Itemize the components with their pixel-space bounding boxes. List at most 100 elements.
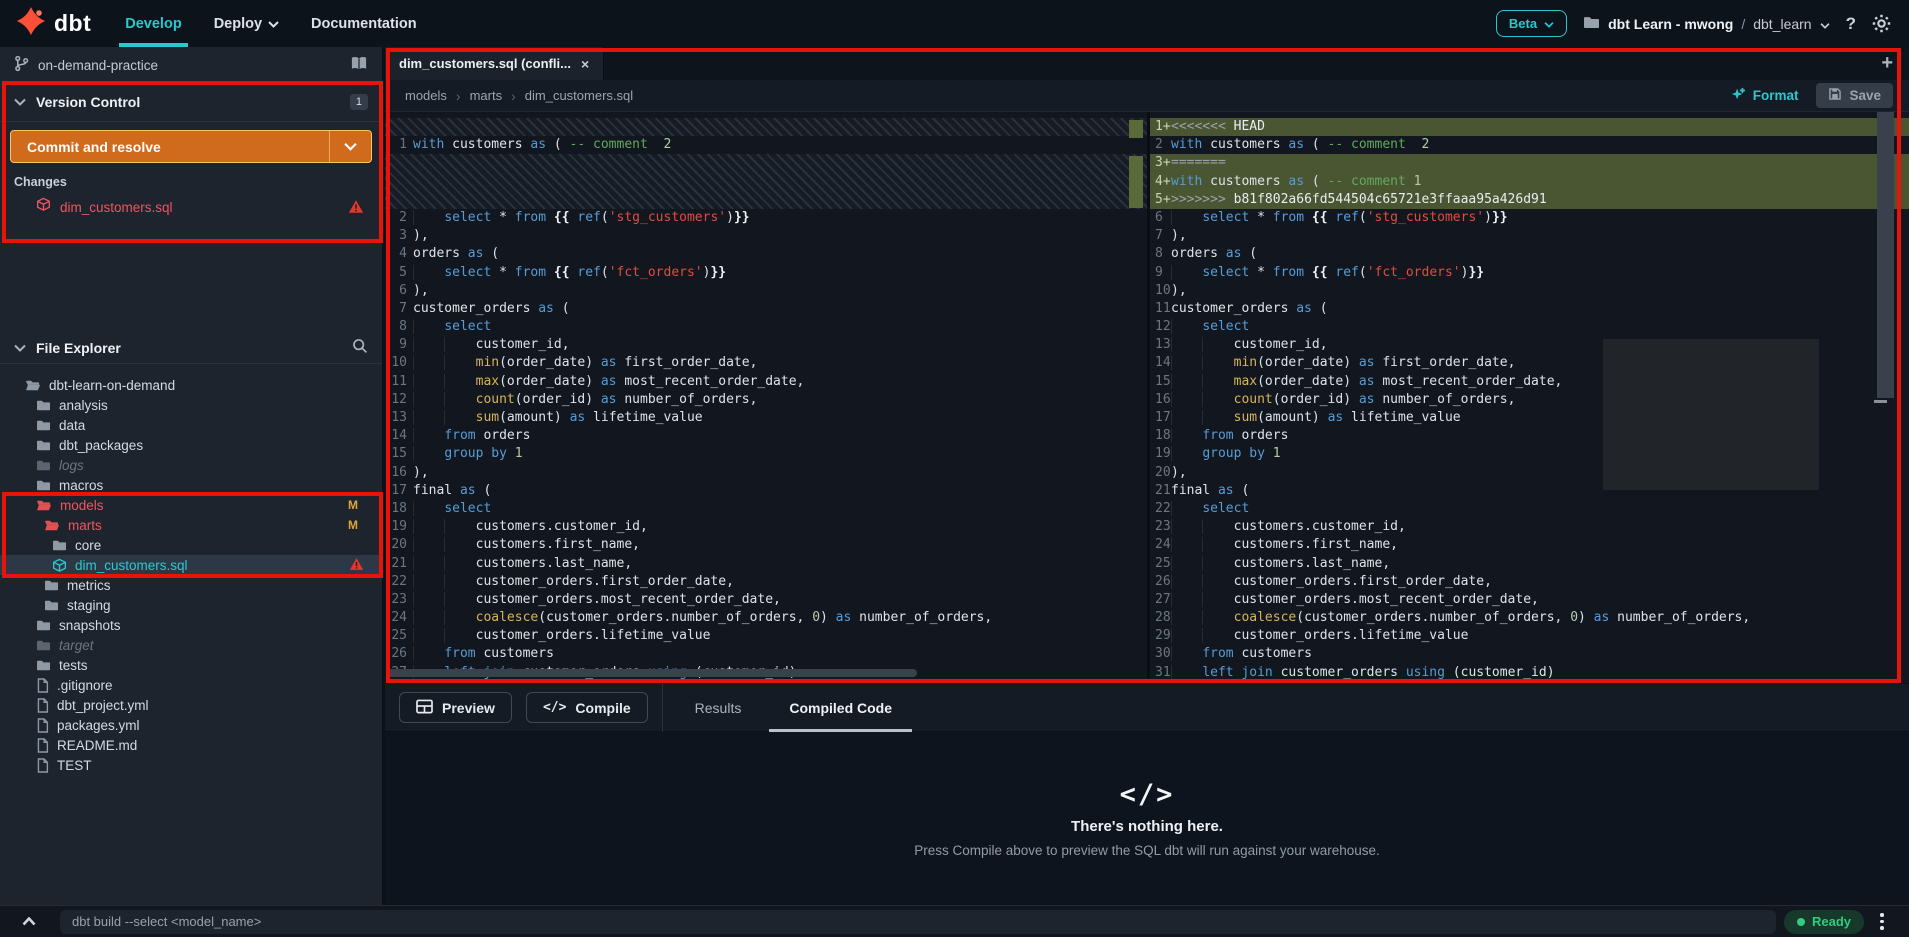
- code-line[interactable]: 10 min(order_date) as first_order_date,: [385, 354, 1147, 372]
- menu-deploy[interactable]: Deploy: [198, 0, 295, 47]
- code-line[interactable]: 4 orders as (: [385, 245, 1147, 263]
- code-line[interactable]: 21 customers.last_name,: [385, 555, 1147, 573]
- code-line[interactable]: 11 max(order_date) as most_recent_order_…: [385, 373, 1147, 391]
- code-line[interactable]: 24 customers.first_name,: [1150, 536, 1909, 554]
- breadcrumb-marts[interactable]: marts: [470, 88, 503, 103]
- code-line[interactable]: 3),: [385, 227, 1147, 245]
- code-line[interactable]: 11 customer_orders as (: [1150, 300, 1909, 318]
- code-line[interactable]: 25 customers.last_name,: [1150, 555, 1909, 573]
- tree-item-test[interactable]: TEST: [0, 755, 382, 775]
- commit-and-resolve-button[interactable]: Commit and resolve: [10, 130, 372, 163]
- tree-item-macros[interactable]: macros: [0, 475, 382, 495]
- tab-dim-customers[interactable]: dim_customers.sql (confli... ×: [385, 47, 605, 80]
- tab-close-icon[interactable]: ×: [581, 56, 589, 72]
- code-line[interactable]: 5+ >>>>>>> b81f802a66fd544504c65721e3ffaa…: [1150, 190, 1909, 209]
- format-button[interactable]: Format: [1730, 86, 1798, 105]
- code-line[interactable]: 1 with customers as ( -- comment 2: [385, 136, 1147, 154]
- code-line[interactable]: 6),: [385, 282, 1147, 300]
- code-line[interactable]: 9 select * from {{ ref('fct_orders')}}: [1150, 264, 1909, 282]
- code-line[interactable]: 8 orders as (: [1150, 245, 1909, 263]
- tree-item-logs[interactable]: logs: [0, 455, 382, 475]
- command-input[interactable]: [60, 909, 1776, 934]
- tree-item-snapshots[interactable]: snapshots: [0, 615, 382, 635]
- code-line[interactable]: 24 coalesce(customer_orders.number_of_or…: [385, 609, 1147, 627]
- vertical-scrollbar[interactable]: [1877, 112, 1894, 398]
- code-line[interactable]: 1+ <<<<<<< HEAD: [1150, 118, 1909, 137]
- account-context[interactable]: dbt Learn - mwong / dbt_learn: [1583, 15, 1830, 33]
- changed-file-row[interactable]: dim_customers.sql: [0, 196, 382, 218]
- code-line[interactable]: 23 customer_orders.most_recent_order_dat…: [385, 591, 1147, 609]
- code-line[interactable]: 15 group by 1: [385, 445, 1147, 463]
- code-line[interactable]: 8 select: [385, 318, 1147, 336]
- tree-item-metrics[interactable]: metrics: [0, 575, 382, 595]
- tree-item-models[interactable]: models M: [0, 495, 382, 515]
- code-line[interactable]: 2 with customers as ( -- comment 2: [1150, 136, 1909, 154]
- code-line[interactable]: 28 coalesce(customer_orders.number_of_or…: [1150, 609, 1909, 627]
- code-line[interactable]: 12 select: [1150, 318, 1909, 336]
- preview-button[interactable]: Preview: [399, 692, 512, 723]
- code-line[interactable]: 14 from orders: [385, 427, 1147, 445]
- tree-item-dbt-learn-on-demand[interactable]: dbt-learn-on-demand: [0, 375, 382, 395]
- code-line[interactable]: 7 customer_orders as (: [385, 300, 1147, 318]
- search-icon[interactable]: [352, 338, 368, 359]
- code-line[interactable]: 9 customer_id,: [385, 336, 1147, 354]
- menu-documentation[interactable]: Documentation: [295, 0, 433, 47]
- code-line[interactable]: 29 customer_orders.lifetime_value: [1150, 627, 1909, 645]
- tree-item-packages-yml[interactable]: packages.yml: [0, 715, 382, 735]
- code-line[interactable]: 19 customers.customer_id,: [385, 518, 1147, 536]
- breadcrumb-models[interactable]: models: [405, 88, 447, 103]
- help-icon[interactable]: ?: [1846, 14, 1856, 34]
- code-line[interactable]: 10),: [1150, 282, 1909, 300]
- code-line[interactable]: 22 customer_orders.first_order_date,: [385, 573, 1147, 591]
- beta-dropdown[interactable]: Beta: [1495, 10, 1568, 37]
- file-explorer-header[interactable]: File Explorer: [0, 335, 382, 361]
- code-line[interactable]: 16),: [385, 464, 1147, 482]
- kebab-menu-icon[interactable]: [1874, 909, 1890, 934]
- tree-item-analysis[interactable]: analysis: [0, 395, 382, 415]
- code-line[interactable]: 7),: [1150, 227, 1909, 245]
- tab-compiled-code[interactable]: Compiled Code: [769, 684, 912, 732]
- tree-item-tests[interactable]: tests: [0, 655, 382, 675]
- code-line[interactable]: 4+ with customers as ( -- comment 1: [1150, 172, 1909, 191]
- new-tab-icon[interactable]: +: [1865, 52, 1909, 75]
- code-line[interactable]: 18 select: [385, 500, 1147, 518]
- settings-gear-icon[interactable]: [1872, 14, 1891, 33]
- code-line[interactable]: 12 count(order_id) as number_of_orders,: [385, 391, 1147, 409]
- code-line[interactable]: 20 customers.first_name,: [385, 536, 1147, 554]
- code-line[interactable]: 27 customer_orders.most_recent_order_dat…: [1150, 591, 1909, 609]
- version-control-header[interactable]: Version Control 1: [0, 89, 382, 115]
- breadcrumb-file[interactable]: dim_customers.sql: [525, 88, 633, 103]
- compile-button[interactable]: </> Compile: [525, 692, 648, 723]
- dbt-logo[interactable]: dbt: [0, 6, 109, 41]
- tree-item-dbt-packages[interactable]: dbt_packages: [0, 435, 382, 455]
- code-line[interactable]: 22 select: [1150, 500, 1909, 518]
- chevron-up-icon[interactable]: [0, 917, 60, 926]
- code-line[interactable]: 5 select * from {{ ref('fct_orders')}}: [385, 264, 1147, 282]
- docs-book-icon[interactable]: [350, 55, 368, 76]
- code-line[interactable]: 31 left join customer_orders using (cust…: [1150, 664, 1909, 682]
- horizontal-scrollbar[interactable]: [387, 669, 917, 677]
- code-line[interactable]: 26 customer_orders.first_order_date,: [1150, 573, 1909, 591]
- code-line[interactable]: 17 final as (: [385, 482, 1147, 500]
- tree-item-staging[interactable]: staging: [0, 595, 382, 615]
- tree-item-core[interactable]: core: [0, 535, 382, 555]
- tab-results[interactable]: Results: [679, 684, 758, 732]
- tree-item-marts[interactable]: marts M: [0, 515, 382, 535]
- tree-item-readme-md[interactable]: README.md: [0, 735, 382, 755]
- menu-develop[interactable]: Develop: [109, 0, 197, 47]
- tree-item--gitignore[interactable]: .gitignore: [0, 675, 382, 695]
- code-line[interactable]: 2 select * from {{ ref('stg_customers')}…: [385, 209, 1147, 227]
- tree-item-dbt-project-yml[interactable]: dbt_project.yml: [0, 695, 382, 715]
- code-line[interactable]: 23 customers.customer_id,: [1150, 518, 1909, 536]
- code-line[interactable]: 3+ =======: [1150, 154, 1909, 173]
- code-line[interactable]: 26 from customers: [385, 645, 1147, 663]
- code-line[interactable]: 25 customer_orders.lifetime_value: [385, 627, 1147, 645]
- editor-pane-local[interactable]: 1 with customers as ( -- comment 2 2 selec…: [385, 112, 1147, 683]
- tree-item-data[interactable]: data: [0, 415, 382, 435]
- commit-options-chevron-icon[interactable]: [329, 131, 371, 162]
- code-line[interactable]: 13 sum(amount) as lifetime_value: [385, 409, 1147, 427]
- code-line[interactable]: 30 from customers: [1150, 645, 1909, 663]
- tree-item-target[interactable]: target: [0, 635, 382, 655]
- save-button[interactable]: Save: [1816, 83, 1893, 108]
- code-line[interactable]: 6 select * from {{ ref('stg_customers')}…: [1150, 209, 1909, 227]
